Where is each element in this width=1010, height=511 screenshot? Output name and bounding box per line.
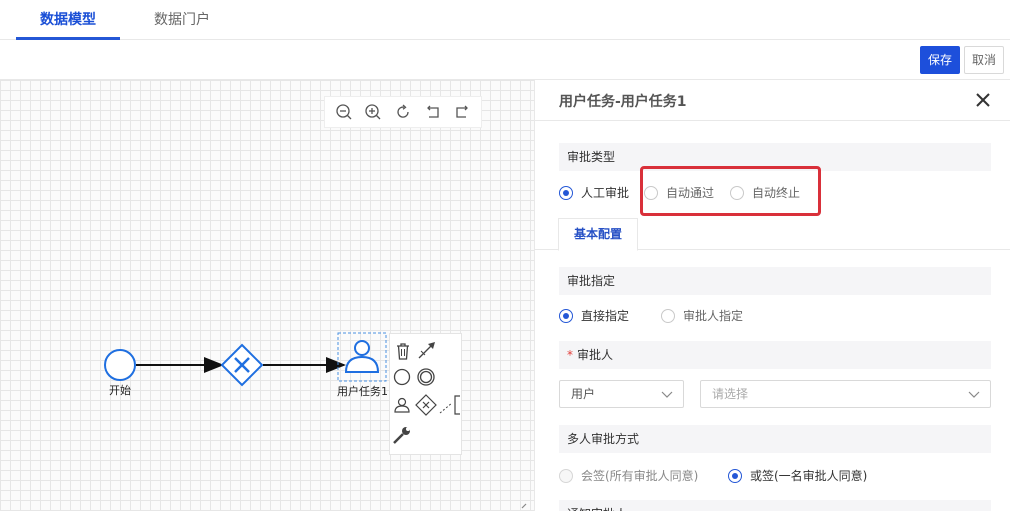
context-pad (389, 333, 462, 455)
close-icon[interactable] (973, 90, 993, 110)
connect-icon[interactable] (415, 338, 439, 362)
required-mark: * (567, 348, 573, 362)
chevron-down-icon (661, 391, 673, 398)
approval-assign-section: 审批指定 (559, 267, 991, 295)
bpmn-canvas[interactable]: 开始 用户任务1 (0, 80, 534, 511)
multi-approval-section: 多人审批方式 (559, 425, 991, 453)
approver-select[interactable]: 请选择 (700, 380, 991, 408)
radio-approver-assign[interactable]: 审批人指定 (661, 307, 743, 324)
notify-approver-section: 通知审批人 (559, 500, 991, 511)
approver-section: * 审批人 (559, 341, 991, 369)
save-button[interactable]: 保存 (920, 46, 960, 74)
undo-icon[interactable] (421, 100, 445, 124)
end-event-icon[interactable] (390, 365, 414, 389)
gateway-icon[interactable] (414, 393, 438, 417)
zoom-out-icon[interactable] (332, 100, 356, 124)
reset-icon[interactable] (391, 100, 415, 124)
wrench-icon[interactable] (390, 423, 414, 447)
cancel-button[interactable]: 取消 (964, 46, 1004, 74)
user-task-label: 用户任务1 (337, 385, 388, 398)
highlight-annotation (640, 166, 821, 216)
panel-header: 用户任务-用户任务1 (535, 80, 1010, 121)
tab-data-portal[interactable]: 数据门户 (154, 10, 210, 30)
radio-manual-approval[interactable]: 人工审批 (559, 184, 629, 201)
user-task-icon[interactable] (390, 393, 414, 417)
approver-type-select[interactable]: 用户 (559, 380, 684, 408)
user-task-node[interactable] (344, 340, 380, 373)
start-event-label: 开始 (109, 384, 131, 397)
delete-icon[interactable] (391, 339, 415, 363)
radio-dot (559, 185, 573, 200)
zoom-in-icon[interactable] (361, 100, 385, 124)
properties-panel: 用户任务-用户任务1 审批类型 人工审批 自动通过 自动终止 基本配置 审批指定… (534, 80, 1010, 511)
start-event[interactable] (104, 349, 136, 381)
zoom-toolbar (324, 96, 482, 128)
radio-direct-assign[interactable]: 直接指定 (559, 307, 629, 324)
radio-countersign[interactable]: 会签(所有审批人同意) (559, 467, 698, 484)
radio-dot (559, 468, 573, 483)
tab-data-model[interactable]: 数据模型 (40, 10, 96, 30)
tab-basic-config[interactable]: 基本配置 (558, 218, 638, 251)
chevron-down-icon (968, 391, 980, 398)
collapse-handle-icon[interactable] (517, 502, 531, 511)
approver-label: 审批人 (577, 348, 614, 362)
panel-title: 用户任务-用户任务1 (559, 94, 687, 110)
redo-icon[interactable] (450, 100, 474, 124)
config-tab-bar: 基本配置 (535, 218, 1010, 251)
radio-or-sign[interactable]: 或签(一名审批人同意) (728, 467, 867, 484)
intermediate-event-icon[interactable] (414, 365, 438, 389)
action-bar: 保存 取消 (0, 40, 1010, 80)
radio-dot (559, 308, 573, 323)
exclusive-gateway[interactable] (220, 343, 264, 387)
top-tab-bar: 数据模型 数据门户 (0, 0, 1010, 40)
annotation-icon[interactable] (438, 393, 462, 417)
radio-dot (728, 468, 742, 483)
radio-dot (661, 308, 675, 323)
